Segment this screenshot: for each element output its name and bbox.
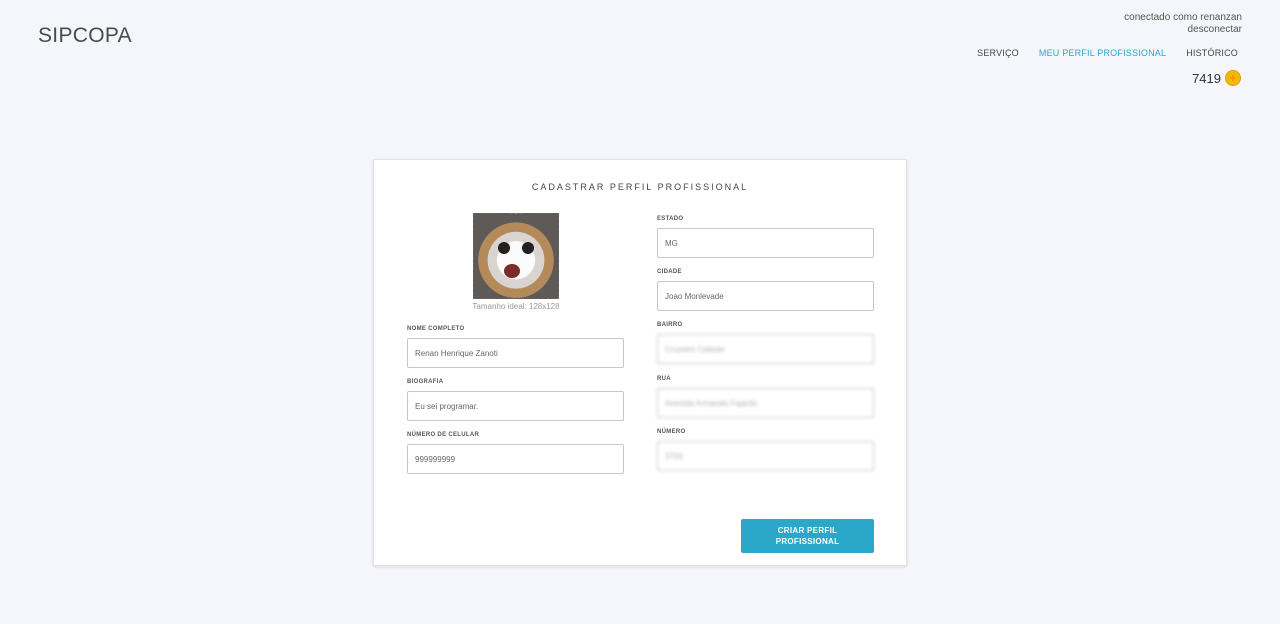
avatar-upload: Tamanho ideal: 128x128 xyxy=(472,213,560,311)
full-name-field-group: NOME COMPLETO xyxy=(407,326,624,368)
biography-input[interactable] xyxy=(407,391,624,421)
avatar-eye-left xyxy=(498,242,510,254)
avatar-size-hint: Tamanho ideal: 128x128 xyxy=(472,302,560,311)
coin-balance-value: 7419 xyxy=(1192,70,1221,86)
city-label: CIDADE xyxy=(657,269,682,275)
avatar-eye-right xyxy=(522,242,534,254)
number-field-group: NÚMERO xyxy=(657,429,874,471)
number-input[interactable] xyxy=(657,441,874,471)
full-name-label: NOME COMPLETO xyxy=(407,326,465,332)
nav-item-meu-perfil-profissional[interactable]: MEU PERFIL PROFISSIONAL xyxy=(1039,48,1166,58)
state-label: ESTADO xyxy=(657,216,684,222)
create-profile-button[interactable]: CRIAR PERFIL PROFISSIONAL xyxy=(741,519,874,553)
city-field-group: CIDADE xyxy=(657,269,874,311)
city-input[interactable] xyxy=(657,281,874,311)
number-label: NÚMERO xyxy=(657,429,686,435)
coin-plus-icon[interactable]: + xyxy=(1225,70,1241,86)
logout-link[interactable]: desconectar xyxy=(1124,24,1242,36)
profile-form-card: CADASTRAR PERFIL PROFISSIONAL Tamanho id… xyxy=(373,159,907,566)
nav-item-historico[interactable]: HISTÓRICO xyxy=(1186,48,1238,58)
neighborhood-input[interactable] xyxy=(657,334,874,364)
street-label: RUA xyxy=(657,376,671,382)
neighborhood-label: BAIRRO xyxy=(657,322,683,328)
state-input[interactable] xyxy=(657,228,874,258)
state-field-group: ESTADO xyxy=(657,216,874,258)
main-nav: SERVIÇO MEU PERFIL PROFISSIONAL HISTÓRIC… xyxy=(977,48,1238,58)
app-logo: SIPCOPA xyxy=(38,24,132,47)
street-input[interactable] xyxy=(657,388,874,418)
user-info: conectado como renanzan desconectar xyxy=(1124,12,1242,36)
nav-item-servico[interactable]: SERVIÇO xyxy=(977,48,1019,58)
form-title: CADASTRAR PERFIL PROFISSIONAL xyxy=(531,182,749,192)
phone-label: NÚMERO DE CELULAR xyxy=(407,432,480,438)
avatar-image[interactable] xyxy=(473,213,559,299)
street-field-group: RUA xyxy=(657,376,874,418)
avatar-mouth xyxy=(504,264,520,278)
full-name-input[interactable] xyxy=(407,338,624,368)
phone-input[interactable] xyxy=(407,444,624,474)
phone-field-group: NÚMERO DE CELULAR xyxy=(407,432,624,474)
coin-balance: 7419 + xyxy=(1192,70,1241,86)
biography-field-group: BIOGRAFIA xyxy=(407,379,624,421)
neighborhood-field-group: BAIRRO xyxy=(657,322,874,364)
biography-label: BIOGRAFIA xyxy=(407,379,444,385)
connected-user-text: conectado como renanzan xyxy=(1124,12,1242,23)
